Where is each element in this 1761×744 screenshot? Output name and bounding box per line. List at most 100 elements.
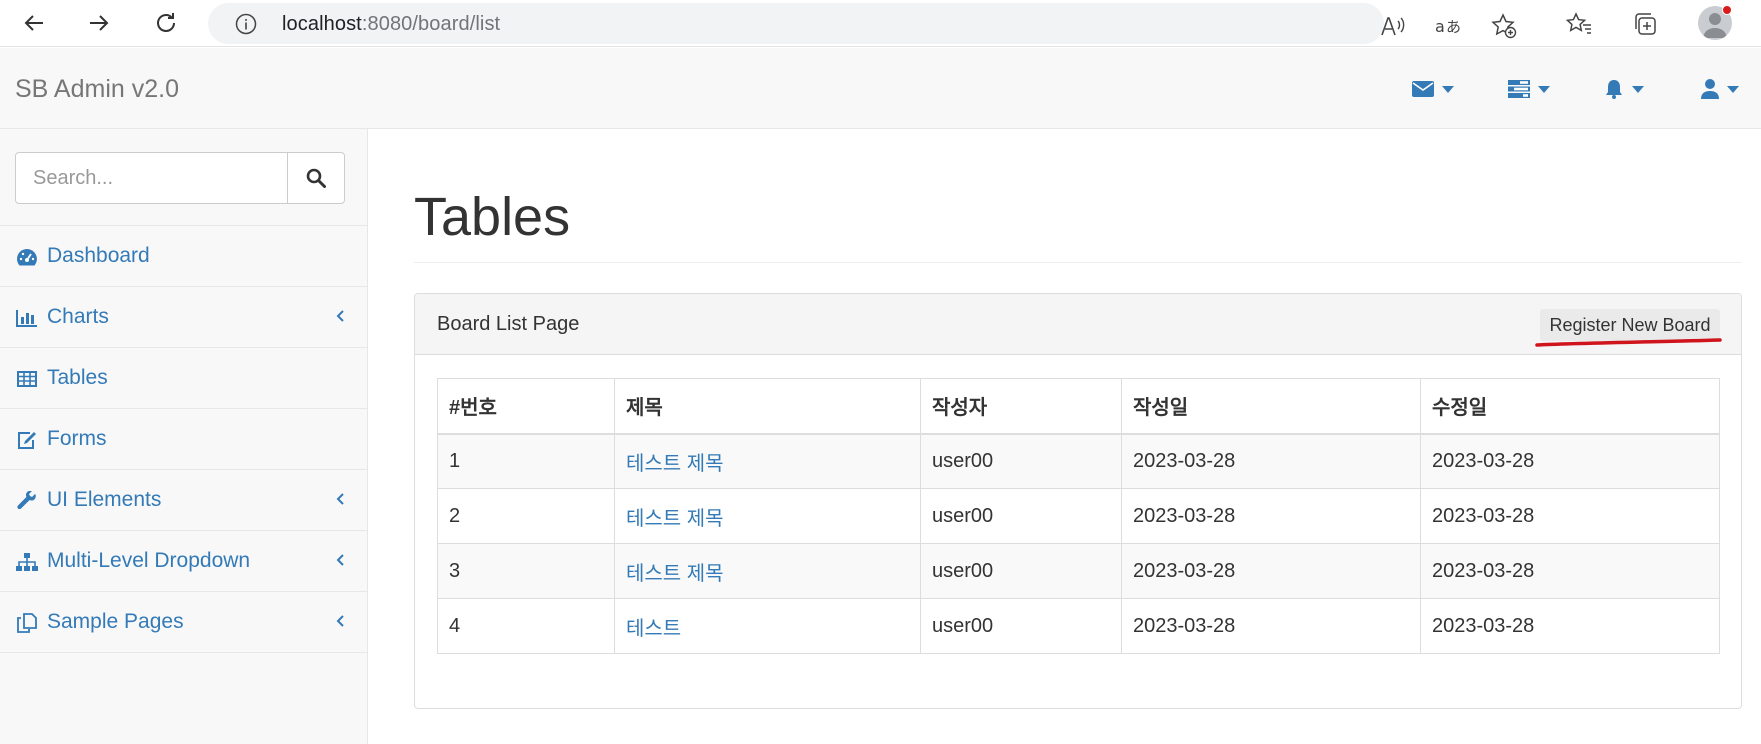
tasks-dropdown[interactable] (1508, 77, 1550, 101)
brand-title[interactable]: SB Admin v2.0 (15, 75, 179, 104)
cell-writer: user00 (920, 598, 1122, 654)
sidebar-item-label: Tables (47, 366, 108, 389)
cell-writer: user00 (920, 433, 1122, 489)
cell-regdate: 2023-03-28 (1121, 488, 1421, 544)
cell-title: 테스트 제목 (614, 488, 921, 544)
cell-no: 3 (437, 543, 615, 599)
sidebar-item-multi-level-dropdown[interactable]: Multi-Level Dropdown (0, 531, 367, 592)
dashboard-icon (16, 247, 38, 267)
table-row: 1 테스트 제목 user00 2023-03-28 2023-03-28 (437, 433, 1720, 489)
column-header: 작성일 (1121, 378, 1421, 435)
sidebar: Dashboard Charts Tables Forms UI Element… (0, 129, 368, 744)
tasks-icon (1508, 80, 1530, 98)
board-title-link[interactable]: 테스트 제목 (626, 563, 724, 585)
sidebar-item-label: Dashboard (47, 244, 150, 267)
files-icon (16, 613, 38, 633)
svg-text:a: a (1435, 17, 1445, 36)
back-arrow-icon (24, 15, 43, 31)
search-input[interactable] (15, 152, 289, 204)
cell-updatedate: 2023-03-28 (1420, 488, 1720, 544)
read-aloud-icon (1381, 17, 1405, 36)
board-title-link[interactable]: 테스트 (626, 618, 681, 640)
caret-down-icon (1442, 85, 1454, 93)
cell-writer: user00 (920, 543, 1122, 599)
top-navbar: SB Admin v2.0 (0, 48, 1761, 129)
sidebar-item-label: Charts (47, 305, 109, 328)
info-icon (235, 13, 257, 35)
sidebar-item-label: UI Elements (47, 488, 162, 511)
board-table: #번호 제목 작성자 작성일 수정일 1 테스트 제목 user00 2023-… (437, 378, 1720, 654)
column-header: 수정일 (1420, 378, 1720, 435)
reload-button[interactable] (149, 6, 183, 40)
search-icon (306, 168, 326, 188)
browser-toolbar: localhost:8080/board/list aあ (0, 0, 1761, 47)
board-title-link[interactable]: 테스트 제목 (626, 508, 724, 530)
collections-button[interactable] (1627, 6, 1663, 42)
wrench-icon (16, 491, 38, 511)
sidebar-item-label: Multi-Level Dropdown (47, 549, 251, 572)
sidebar-item-charts[interactable]: Charts (0, 287, 367, 348)
back-button[interactable] (17, 6, 51, 40)
cell-updatedate: 2023-03-28 (1420, 598, 1720, 654)
collections-icon (1635, 13, 1656, 35)
envelope-icon (1412, 81, 1434, 97)
bell-icon (1606, 80, 1622, 99)
column-header: #번호 (437, 378, 615, 435)
messages-dropdown[interactable] (1412, 77, 1454, 101)
caret-down-icon (1538, 85, 1550, 93)
divider (414, 262, 1742, 263)
reload-icon (157, 13, 175, 32)
sidebar-item-tables[interactable]: Tables (0, 348, 367, 409)
read-aloud-button[interactable] (1376, 9, 1410, 43)
url-text: localhost:8080/board/list (282, 13, 501, 35)
cell-regdate: 2023-03-28 (1121, 598, 1421, 654)
chevron-left-icon (336, 615, 344, 627)
translate-icon: aあ (1435, 17, 1461, 36)
table-row: 2 테스트 제목 user00 2023-03-28 2023-03-28 (437, 488, 1720, 544)
cell-title: 테스트 제목 (614, 543, 921, 599)
sidebar-item-label: Forms (47, 427, 107, 450)
edit-icon (16, 430, 38, 450)
chevron-left-icon (336, 493, 344, 505)
address-bar[interactable]: localhost:8080/board/list aあ (208, 3, 1517, 44)
svg-text:あ: あ (1446, 18, 1461, 36)
notification-dot (1722, 5, 1732, 15)
column-header: 작성자 (920, 378, 1122, 435)
sidebar-item-ui-elements[interactable]: UI Elements (0, 470, 367, 531)
alerts-dropdown[interactable] (1604, 77, 1644, 101)
sidebar-item-dashboard[interactable]: Dashboard (0, 226, 367, 287)
chevron-left-icon (336, 310, 344, 322)
sidebar-item-sample-pages[interactable]: Sample Pages (0, 592, 367, 653)
sidebar-item-forms[interactable]: Forms (0, 409, 367, 470)
board-title-link[interactable]: 테스트 제목 (626, 453, 724, 475)
cell-no: 2 (437, 488, 615, 544)
sidebar-search (15, 152, 345, 204)
add-favorite-button[interactable] (1487, 9, 1521, 43)
page-title: Tables (414, 187, 571, 247)
user-icon (1701, 79, 1719, 99)
translate-button[interactable]: aあ (1432, 9, 1466, 43)
cell-title: 테스트 제목 (614, 433, 921, 489)
sidebar-item-label: Sample Pages (47, 610, 184, 633)
cell-no: 1 (437, 433, 615, 489)
forward-button[interactable] (82, 6, 116, 40)
favorites-button[interactable] (1561, 6, 1597, 42)
user-dropdown[interactable] (1701, 77, 1739, 101)
table-row: 3 테스트 제목 user00 2023-03-28 2023-03-28 (437, 543, 1720, 599)
cell-writer: user00 (920, 488, 1122, 544)
table-icon (16, 369, 38, 389)
caret-down-icon (1727, 85, 1739, 93)
caret-down-icon (1632, 85, 1644, 93)
cell-updatedate: 2023-03-28 (1420, 543, 1720, 599)
cell-regdate: 2023-03-28 (1121, 543, 1421, 599)
cell-no: 4 (437, 598, 615, 654)
table-row: 4 테스트 user00 2023-03-28 2023-03-28 (437, 598, 1720, 654)
red-underline-annotation (1535, 338, 1722, 347)
cell-title: 테스트 (614, 598, 921, 654)
star-add-icon (1491, 13, 1517, 39)
column-header: 제목 (614, 378, 921, 435)
cell-regdate: 2023-03-28 (1121, 433, 1421, 489)
panel-heading: Board List Page Register New Board (415, 294, 1741, 355)
search-button[interactable] (287, 152, 345, 204)
chevron-left-icon (336, 554, 344, 566)
